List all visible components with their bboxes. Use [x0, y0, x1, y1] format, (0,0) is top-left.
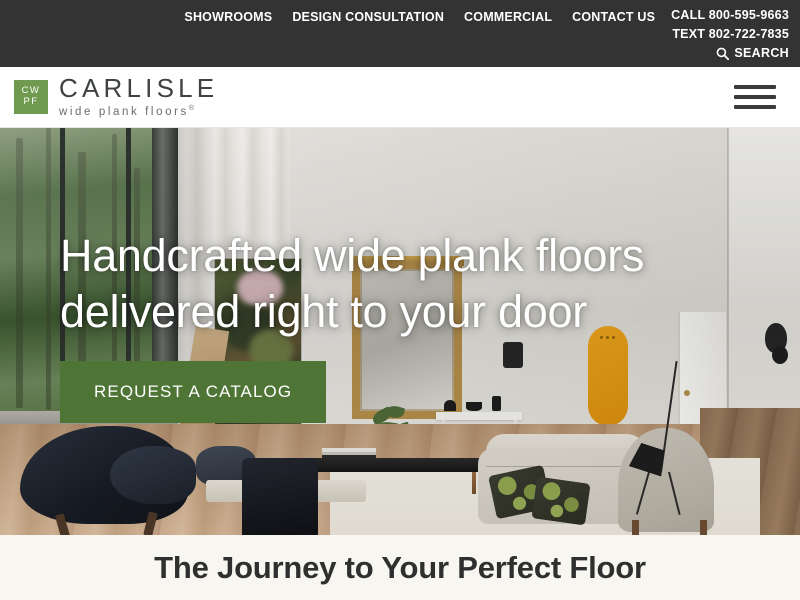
search-label: SEARCH: [734, 46, 789, 60]
coffee-table-leg: [472, 472, 476, 494]
magnifier-icon: [717, 47, 730, 60]
request-catalog-button[interactable]: REQUEST A CATALOG: [60, 361, 327, 423]
hamburger-bar-3: [734, 105, 776, 109]
text-phone-link[interactable]: TEXT 802-722-7835: [672, 25, 789, 44]
hero-content: Handcrafted wide plank floors delivered …: [60, 228, 760, 423]
camo-pillow: [531, 476, 591, 526]
stacked-books: [322, 448, 376, 458]
call-phone-link[interactable]: CALL 800-595-9663: [671, 6, 789, 25]
logo-registered-mark: ®: [188, 105, 197, 113]
wingback-leg: [632, 520, 639, 535]
search-toggle[interactable]: SEARCH: [716, 46, 789, 60]
logo-tagline: wide plank floors®: [59, 102, 218, 119]
logo-brand-name: CARLISLE: [59, 73, 219, 104]
logo-monogram: CW PF: [14, 79, 48, 114]
hero-headline-line2: delivered right to your door: [60, 286, 587, 337]
topnav-contact-us[interactable]: CONTACT US: [572, 6, 655, 28]
hero-headline: Handcrafted wide plank floors delivered …: [60, 228, 760, 340]
top-utility-row: SHOWROOMS DESIGN CONSULTATION COMMERCIAL…: [0, 6, 800, 60]
lounge-chair-arm: [110, 446, 196, 504]
wingback-leg: [700, 520, 707, 535]
main-header-bar: CW PF CARLISLE wide plank floors®: [0, 67, 800, 128]
black-throw-blanket: [242, 458, 318, 535]
hero-banner: Handcrafted wide plank floors delivered …: [0, 128, 800, 535]
journey-section: The Journey to Your Perfect Floor: [0, 535, 800, 600]
low-coffee-table: [300, 458, 486, 472]
topnav-showrooms[interactable]: SHOWROOMS: [184, 6, 272, 28]
top-utility-bar: SHOWROOMS DESIGN CONSULTATION COMMERCIAL…: [0, 0, 800, 67]
logo-wordmark: CARLISLE wide plank floors®: [59, 75, 218, 119]
hamburger-bar-2: [734, 95, 776, 99]
logo-tagline-text: wide plank floors: [59, 105, 189, 118]
topnav-commercial[interactable]: COMMERCIAL: [464, 6, 552, 28]
logo-monogram-line2: PF: [23, 95, 39, 107]
site-logo[interactable]: CW PF CARLISLE wide plank floors®: [14, 75, 218, 119]
top-navigation: SHOWROOMS DESIGN CONSULTATION COMMERCIAL…: [184, 6, 655, 28]
wall-sconce-shade: [772, 346, 788, 364]
hamburger-bar-1: [734, 85, 776, 89]
journey-section-heading: The Journey to Your Perfect Floor: [154, 549, 646, 585]
contact-column: CALL 800-595-9663 TEXT 802-722-7835 SEAR…: [671, 6, 789, 60]
hero-headline-line1: Handcrafted wide plank floors: [60, 230, 645, 281]
hamburger-menu-icon[interactable]: [734, 82, 776, 112]
topnav-design-consultation[interactable]: DESIGN CONSULTATION: [292, 6, 444, 28]
